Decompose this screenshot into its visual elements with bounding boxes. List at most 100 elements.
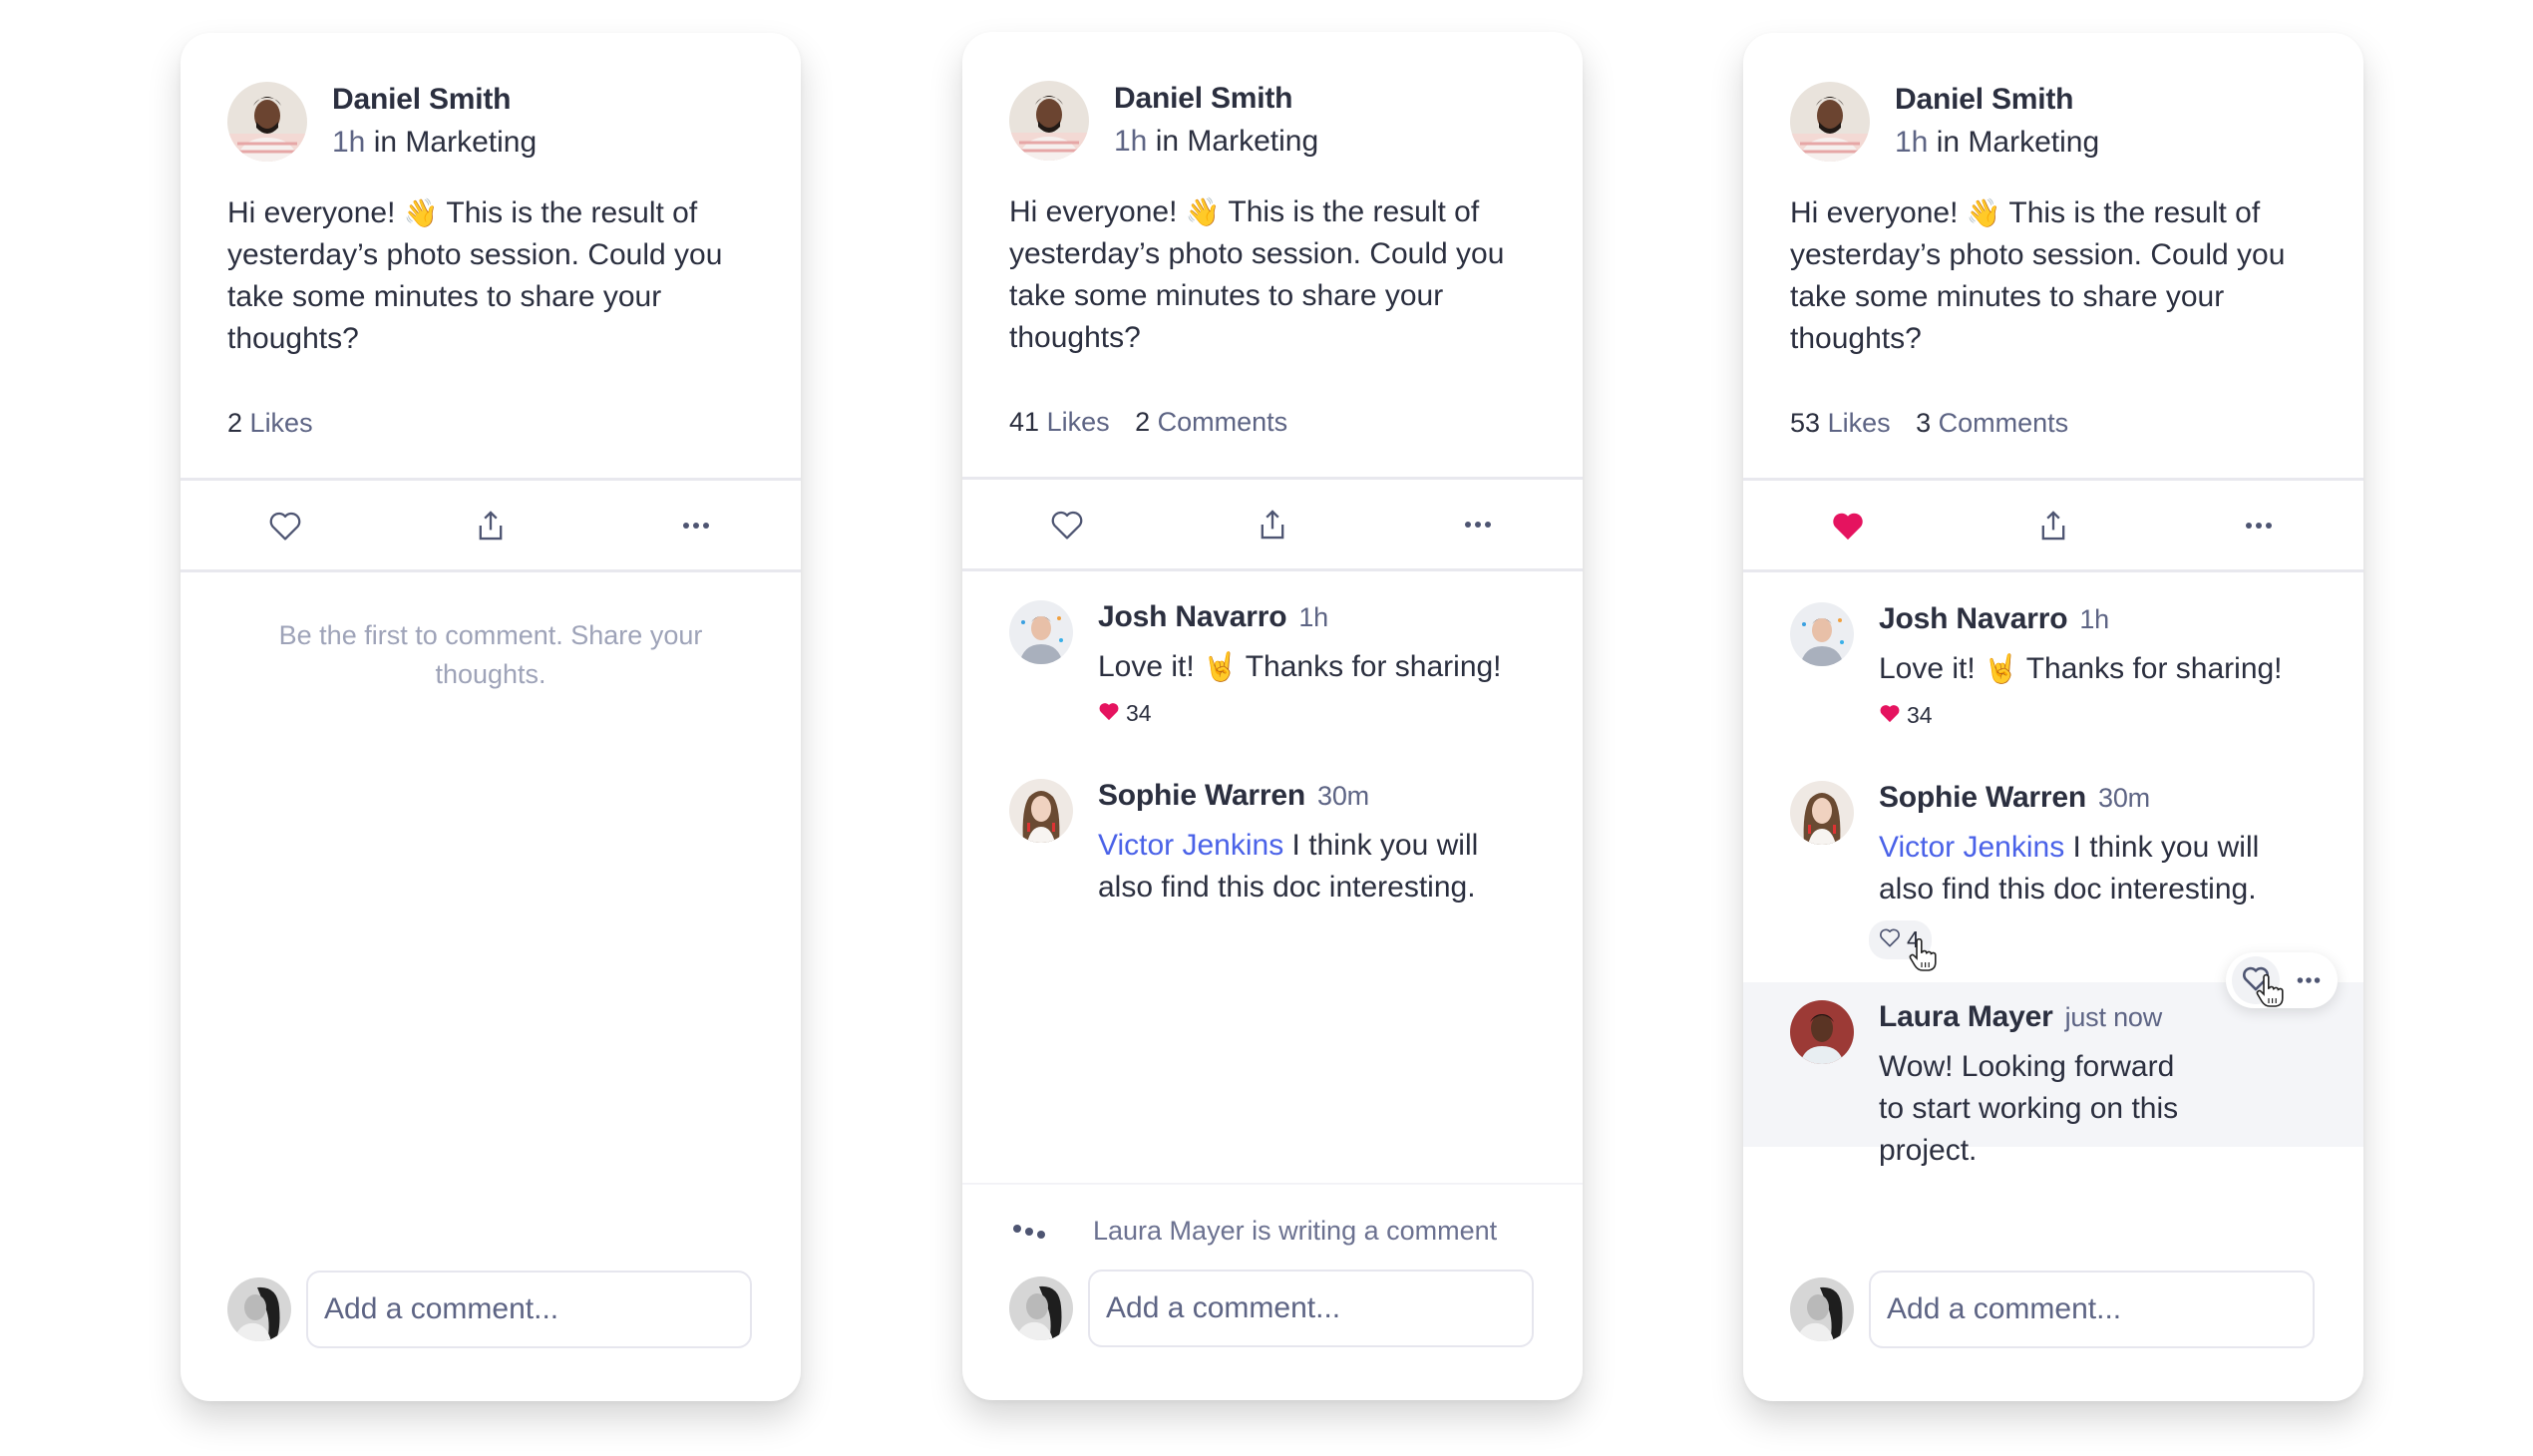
waving-hand-emoji-icon: 👋 [1185,196,1221,227]
commenter-name[interactable]: Sophie Warren 30m [1879,781,2150,815]
post-time: 1h [1895,126,1929,159]
share-icon [2038,510,2068,542]
share-button[interactable] [2013,481,2093,569]
comment-like-button[interactable] [2232,956,2280,1004]
heart-filled-icon [1879,702,1901,729]
post-stats: 41 Likes 2 Comments [1009,407,1287,438]
comment-input[interactable] [306,1271,752,1348]
likes-number: 53 [1790,408,1821,438]
comment-time: just now [2064,1002,2163,1032]
commenter-name[interactable]: Laura Mayer just now [1879,1000,2162,1034]
comment-text-part: Thanks for sharing! [1237,650,1502,683]
post-actions [962,480,1583,568]
more-horizontal-icon [2245,522,2273,530]
post-context[interactable]: in Marketing [1937,126,2099,159]
more-horizontal-icon [682,522,710,530]
comment-time: 1h [1298,602,1328,632]
post-meta: 1h in Marketing [332,126,537,160]
typing-indicator: Laura Mayer is writing a comment [1009,1211,1497,1251]
comment-text: Love it! 🤘 Thanks for sharing! [1098,646,1537,688]
commenter-name[interactable]: Josh Navarro 1h [1098,600,1328,634]
divider [1743,569,2363,572]
post-context[interactable]: in Marketing [1156,125,1318,158]
heart-filled-icon [1098,700,1120,727]
heart-outline-icon [1879,926,1901,953]
commenter-avatar[interactable] [1790,781,1854,845]
commenter-avatar[interactable] [1009,779,1073,843]
heart-outline-icon [1050,509,1084,541]
like-button[interactable] [245,481,325,569]
post-text: Hi everyone! [227,196,404,229]
comments-count[interactable]: 3 Comments [1916,408,2068,438]
author-avatar[interactable] [1790,82,1870,162]
commenter-avatar[interactable] [1009,600,1073,664]
post-actions [1743,481,2363,569]
comment-like-button-hovered[interactable]: 4 [1869,920,1932,959]
commenter-avatar[interactable] [1790,602,1854,666]
comment-like-count: 34 [1126,700,1152,726]
commenter-name-text: Sophie Warren [1879,781,2086,814]
author-name[interactable]: Daniel Smith [1895,83,2074,117]
comment-input[interactable] [1088,1270,1534,1347]
current-user-avatar [227,1277,291,1341]
more-horizontal-icon [1464,521,1492,529]
likes-count[interactable]: 41 Likes [1009,407,1110,437]
more-options-button[interactable] [2219,481,2299,569]
more-options-button[interactable] [656,481,736,569]
post-text: Hi everyone! [1790,196,1967,229]
comment-text: Love it! 🤘 Thanks for sharing! [1879,648,2318,690]
share-button[interactable] [1233,480,1312,568]
post-context[interactable]: in Marketing [374,126,537,159]
waving-hand-emoji-icon: 👋 [1966,197,2001,228]
comments-count[interactable]: 2 Comments [1135,407,1287,437]
comment-time: 30m [1317,781,1369,811]
share-button[interactable] [451,481,531,569]
comment-text: Wow! Looking forward to start working on… [1879,1050,2179,1167]
post-card-empty: Daniel Smith 1h in Marketing Hi everyone… [181,33,801,1401]
like-button[interactable] [1027,480,1107,568]
post-body: Hi everyone! 👋 This is the result of yes… [1790,192,2329,360]
post-card-liked: Daniel Smith 1h in Marketing Hi everyone… [1743,33,2363,1401]
commenter-name-text: Sophie Warren [1098,779,1305,812]
comments-label: Comments [1157,407,1288,437]
post-body: Hi everyone! 👋 This is the result of yes… [227,192,766,360]
comments-number: 3 [1916,408,1932,438]
post-text: Hi everyone! [1009,195,1186,228]
rock-on-emoji-icon: 🤘 [1984,653,2018,684]
heart-outline-icon [268,510,302,542]
comment-like-button[interactable]: 34 [1098,700,1152,727]
likes-count[interactable]: 53 Likes [1790,408,1891,438]
commenter-name[interactable]: Sophie Warren 30m [1098,779,1369,813]
likes-label: Likes [1827,408,1891,438]
author-avatar[interactable] [1009,81,1089,161]
likes-count[interactable]: 2 Likes [227,408,313,438]
author-name[interactable]: Daniel Smith [1114,82,1293,116]
comment-like-count: 4 [1907,926,1920,952]
comment-like-button[interactable]: 34 [1879,702,1933,729]
comment-input[interactable] [1869,1271,2315,1348]
author-name[interactable]: Daniel Smith [332,83,512,117]
divider [181,569,801,572]
comment-text: Victor Jenkins I think you will also fin… [1879,827,2318,910]
post-actions [181,481,801,569]
like-button-active[interactable] [1808,481,1888,569]
comment-text: Victor Jenkins I think you will also fin… [1098,825,1537,909]
user-mention-link[interactable]: Victor Jenkins [1098,829,1283,862]
commenter-name[interactable]: Josh Navarro 1h [1879,602,2109,636]
share-icon [476,510,506,542]
waving-hand-emoji-icon: 👋 [403,197,439,228]
commenter-avatar[interactable] [1790,1000,1854,1064]
commenter-name-text: Josh Navarro [1879,602,2068,635]
current-user-avatar [1009,1276,1073,1340]
post-time: 1h [1114,125,1148,158]
author-avatar[interactable] [227,82,307,162]
comment-more-button[interactable] [2286,956,2332,1004]
comment-time: 30m [2098,783,2150,813]
comments-label: Comments [1938,408,2069,438]
post-card-with-comments: Daniel Smith 1h in Marketing Hi everyone… [962,32,1583,1400]
user-mention-link[interactable]: Victor Jenkins [1879,831,2064,864]
likes-label: Likes [1046,407,1110,437]
post-stats: 53 Likes 3 Comments [1790,408,2068,439]
more-options-button[interactable] [1438,480,1518,568]
comment-hover-toolbar [2226,952,2338,1008]
